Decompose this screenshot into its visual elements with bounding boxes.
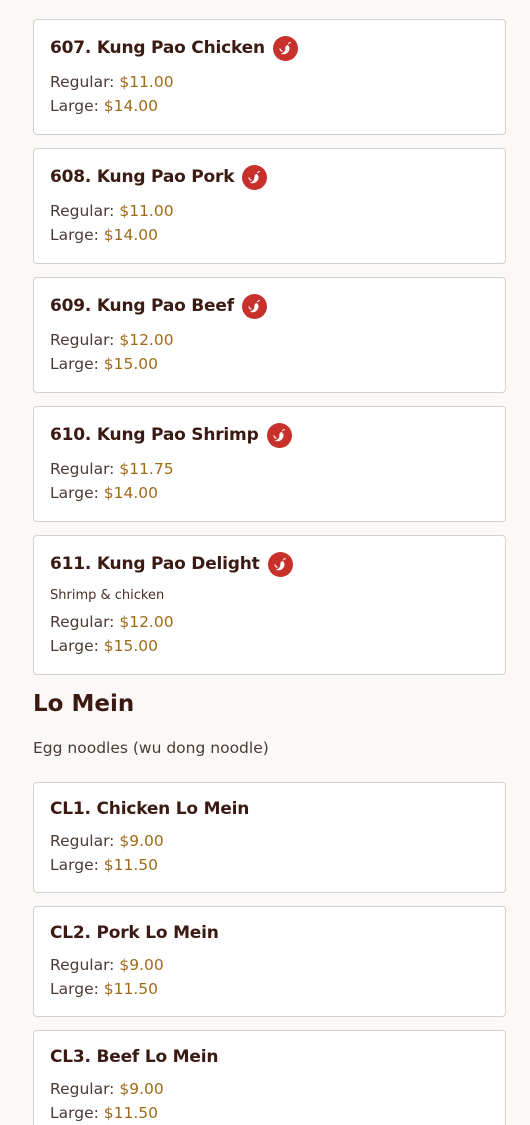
large-price-line: Large: $11.50 [50,980,159,998]
large-price: $14.00 [103,484,159,502]
regular-price-line: Regular: $9.00 [50,956,164,974]
menu-list: 607. Kung Pao Chicken Regular: $11.00 La… [33,19,506,1125]
large-price: $11.50 [103,856,159,874]
menu-item-name: 610. Kung Pao Shrimp [50,425,259,445]
regular-price: $12.00 [119,613,174,631]
menu-item-name: CL1. Chicken Lo Mein [50,799,250,819]
large-price: $11.50 [103,1104,159,1122]
section-title: Lo Mein [33,691,135,717]
large-price: $14.00 [103,97,159,115]
large-price: $15.00 [103,637,159,655]
regular-price: $11.00 [119,202,174,220]
regular-price: $9.00 [119,956,164,974]
menu-item-card[interactable]: 608. Kung Pao Pork Regular: $11.00 Large… [33,148,506,264]
regular-price-line: Regular: $11.00 [50,73,174,91]
large-price-line: Large: $11.50 [50,856,159,874]
section-description: Egg noodles (wu dong noodle) [33,739,269,757]
menu-item-card[interactable]: 607. Kung Pao Chicken Regular: $11.00 La… [33,19,506,135]
chili-pepper-icon [241,293,267,319]
menu-item-card[interactable]: 609. Kung Pao Beef Regular: $12.00 Large… [33,277,506,393]
menu-item-description: Shrimp & chicken [50,588,165,603]
menu-item-card[interactable]: CL2. Pork Lo Mein Regular: $9.00 Large: … [33,906,506,1017]
large-price-line: Large: $14.00 [50,226,159,244]
menu-item-name: 607. Kung Pao Chicken [50,38,265,58]
large-price-line: Large: $15.00 [50,637,159,655]
regular-price-line: Regular: $12.00 [50,613,174,631]
large-price-line: Large: $14.00 [50,484,159,502]
large-price-line: Large: $14.00 [50,97,159,115]
menu-item-name: CL2. Pork Lo Mein [50,923,219,943]
large-price: $14.00 [103,226,159,244]
large-price: $11.50 [103,980,159,998]
menu-item-name: 608. Kung Pao Pork [50,167,235,187]
chili-pepper-icon [267,551,293,577]
regular-price: $11.75 [119,460,174,478]
menu-item-card[interactable]: CL3. Beef Lo Mein Regular: $9.00 Large: … [33,1030,506,1125]
regular-price-line: Regular: $11.00 [50,202,174,220]
regular-price-line: Regular: $12.00 [50,331,174,349]
large-price: $15.00 [103,355,159,373]
menu-item-name: 611. Kung Pao Delight [50,554,260,574]
menu-item-name: 609. Kung Pao Beef [50,296,234,316]
regular-price-line: Regular: $9.00 [50,832,164,850]
regular-price: $12.00 [119,331,174,349]
menu-item-card[interactable]: 611. Kung Pao Delight Shrimp & chicken R… [33,535,506,675]
regular-price-line: Regular: $11.75 [50,460,174,478]
chili-pepper-icon [272,35,298,61]
regular-price: $9.00 [119,1080,164,1098]
regular-price: $11.00 [119,73,174,91]
regular-price-line: Regular: $9.00 [50,1080,164,1098]
menu-item-card[interactable]: 610. Kung Pao Shrimp Regular: $11.75 Lar… [33,406,506,522]
chili-pepper-icon [266,422,292,448]
large-price-line: Large: $15.00 [50,355,159,373]
chili-pepper-icon [242,164,268,190]
regular-price: $9.00 [119,832,164,850]
menu-item-card[interactable]: CL1. Chicken Lo Mein Regular: $9.00 Larg… [33,782,506,893]
menu-item-name: CL3. Beef Lo Mein [50,1047,219,1067]
large-price-line: Large: $11.50 [50,1104,159,1122]
